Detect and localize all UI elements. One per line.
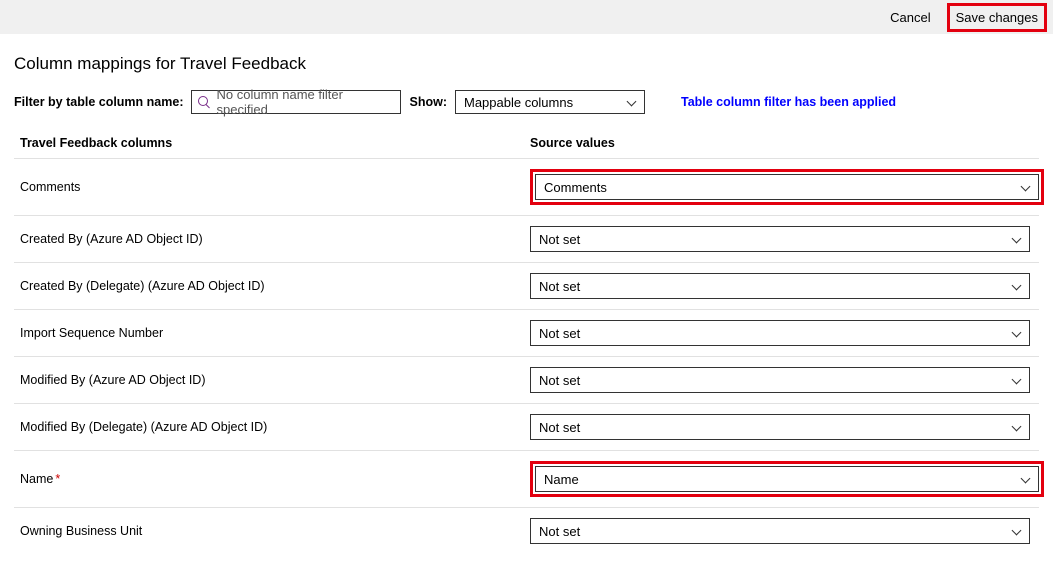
header-left: Travel Feedback columns (20, 136, 530, 150)
column-label: Comments (20, 180, 530, 194)
mapping-rows: Comments Comments Created By (Azure AD Obj… (14, 158, 1039, 554)
show-dropdown[interactable]: Mappable columns (455, 90, 645, 114)
column-label: Created By (Azure AD Object ID) (20, 232, 530, 246)
show-label: Show: (409, 95, 447, 109)
mapping-row: Comments Comments (14, 158, 1039, 215)
column-label: Modified By (Delegate) (Azure AD Object … (20, 420, 530, 434)
mapping-row: Modified By (Azure AD Object ID) Not set (14, 356, 1039, 403)
mapping-row: Import Sequence Number Not set (14, 309, 1039, 356)
dropdown-selected-value: Not set (539, 279, 580, 294)
source-value-dropdown[interactable]: Not set (530, 518, 1030, 544)
save-changes-button[interactable]: Save changes (950, 6, 1044, 29)
dropdown-highlight: Name (530, 461, 1044, 497)
dropdown-selected-value: Not set (539, 232, 580, 247)
chevron-down-icon (1011, 526, 1021, 536)
chevron-down-icon (1011, 328, 1021, 338)
dropdown-selected-value: Name (544, 472, 579, 487)
chevron-down-icon (626, 97, 636, 107)
source-value-dropdown[interactable]: Name (535, 466, 1039, 492)
top-command-bar: Cancel Save changes (0, 0, 1053, 34)
column-label: Owning Business Unit (20, 524, 530, 538)
table-header-row: Travel Feedback columns Source values (14, 130, 1039, 158)
dropdown-selected-value: Not set (539, 373, 580, 388)
dropdown-selected-value: Not set (539, 326, 580, 341)
value-cell: Not set (530, 226, 1033, 252)
cancel-button[interactable]: Cancel (884, 6, 936, 29)
value-cell: Not set (530, 367, 1033, 393)
value-cell: Name (530, 461, 1044, 497)
column-name-filter-input[interactable]: No column name filter specified (191, 90, 401, 114)
save-highlight: Save changes (947, 3, 1047, 32)
dropdown-selected-value: Not set (539, 420, 580, 435)
source-value-dropdown[interactable]: Not set (530, 273, 1030, 299)
chevron-down-icon (1020, 182, 1030, 192)
dropdown-highlight: Comments (530, 169, 1044, 205)
value-cell: Comments (530, 169, 1044, 205)
dropdown-selected-value: Comments (544, 180, 607, 195)
source-value-dropdown[interactable]: Not set (530, 414, 1030, 440)
value-cell: Not set (530, 320, 1033, 346)
chevron-down-icon (1011, 375, 1021, 385)
required-indicator: * (55, 472, 60, 486)
column-label: Created By (Delegate) (Azure AD Object I… (20, 279, 530, 293)
value-cell: Not set (530, 518, 1033, 544)
column-label: Import Sequence Number (20, 326, 530, 340)
header-right: Source values (530, 136, 1033, 150)
mapping-row: Created By (Azure AD Object ID) Not set (14, 215, 1039, 262)
source-value-dropdown[interactable]: Not set (530, 367, 1030, 393)
source-value-dropdown[interactable]: Not set (530, 226, 1030, 252)
show-selected-value: Mappable columns (464, 95, 573, 110)
dropdown-selected-value: Not set (539, 524, 580, 539)
source-value-dropdown[interactable]: Comments (535, 174, 1039, 200)
value-cell: Not set (530, 414, 1033, 440)
mapping-row: Created By (Delegate) (Azure AD Object I… (14, 262, 1039, 309)
chevron-down-icon (1020, 474, 1030, 484)
page-title: Column mappings for Travel Feedback (14, 54, 1039, 74)
source-value-dropdown[interactable]: Not set (530, 320, 1030, 346)
mapping-row: Name* Name (14, 450, 1039, 507)
chevron-down-icon (1011, 422, 1021, 432)
chevron-down-icon (1011, 281, 1021, 291)
filter-placeholder: No column name filter specified (216, 87, 394, 117)
chevron-down-icon (1011, 234, 1021, 244)
mapping-row: Owning Business Unit Not set (14, 507, 1039, 554)
column-label: Modified By (Azure AD Object ID) (20, 373, 530, 387)
filter-applied-message: Table column filter has been applied (681, 95, 896, 109)
mapping-row: Modified By (Delegate) (Azure AD Object … (14, 403, 1039, 450)
search-icon (198, 96, 210, 108)
column-label: Name* (20, 472, 530, 486)
value-cell: Not set (530, 273, 1033, 299)
filter-label: Filter by table column name: (14, 95, 183, 109)
filter-bar: Filter by table column name: No column n… (14, 90, 1039, 114)
